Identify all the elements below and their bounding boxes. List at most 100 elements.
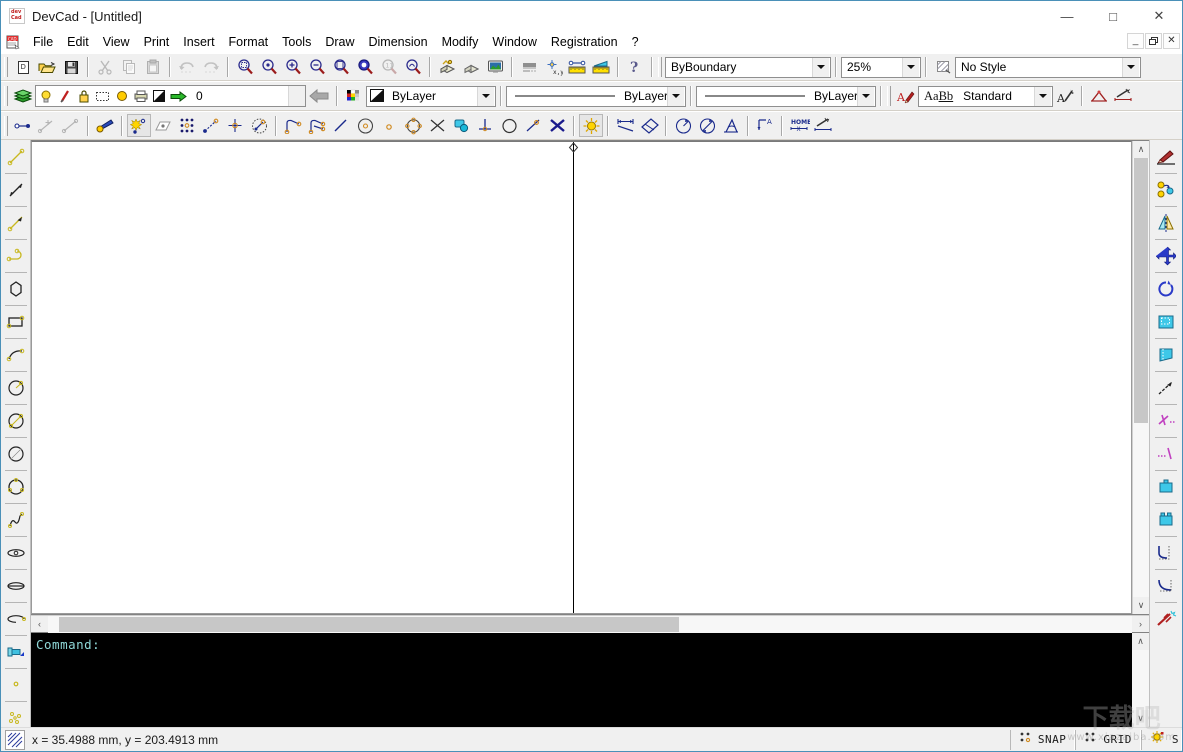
command-vertical-scrollbar[interactable]: ∧ ∨ <box>1132 633 1149 727</box>
save-disk-icon[interactable] <box>59 56 83 79</box>
scale-icon[interactable] <box>1153 307 1179 337</box>
ellipse-arc-icon[interactable] <box>3 604 29 634</box>
circle-2point-icon[interactable] <box>3 439 29 469</box>
lock-icon[interactable] <box>74 87 93 105</box>
chevron-down-icon[interactable] <box>1034 86 1051 106</box>
lineweight-combo[interactable]: ByLayer <box>696 85 876 107</box>
render-view-icon[interactable] <box>483 56 507 79</box>
drawing-canvas[interactable] <box>31 141 1132 614</box>
point-node-icon[interactable] <box>199 114 223 137</box>
maximize-button[interactable]: □ <box>1090 1 1136 31</box>
new-document-icon[interactable]: D <box>11 56 35 79</box>
zoom-level-combo[interactable]: 25% <box>841 56 921 78</box>
render-shaded-icon[interactable] <box>435 56 459 79</box>
redo-arrow-icon[interactable] <box>199 56 223 79</box>
zoom-all-icon[interactable] <box>257 56 281 79</box>
stretch-icon[interactable] <box>1153 340 1179 370</box>
plot-printer-icon[interactable] <box>131 87 150 105</box>
line-icon[interactable] <box>329 114 353 137</box>
zoom-previous-icon[interactable]: 11 <box>377 56 401 79</box>
dim-linear-icon[interactable] <box>613 114 637 137</box>
dimension-style-icon[interactable] <box>1087 85 1111 108</box>
snap-settings-icon[interactable] <box>93 114 117 137</box>
copy-object-icon[interactable] <box>1153 175 1179 205</box>
break-at-point-icon[interactable] <box>1153 505 1179 535</box>
status-lweight[interactable]: S <box>1140 729 1182 750</box>
rotate-icon[interactable] <box>1153 274 1179 304</box>
snap-nearest-icon[interactable] <box>59 114 83 137</box>
polyline-closed-icon[interactable] <box>305 114 329 137</box>
menu-view[interactable]: View <box>96 33 137 51</box>
scroll-down-arrow-icon[interactable]: ∨ <box>1133 597 1149 614</box>
lightbulb-on-icon[interactable] <box>36 87 55 105</box>
viewport-dashed-icon[interactable] <box>93 87 112 105</box>
current-layer-arrow-icon[interactable] <box>169 87 188 105</box>
menu-dimension[interactable]: Dimension <box>362 33 435 51</box>
menu-window[interactable]: Window <box>485 33 543 51</box>
color-combo[interactable]: ByLayer <box>366 85 496 107</box>
intersection-x-icon[interactable] <box>545 114 569 137</box>
menu-format[interactable]: Format <box>222 33 276 51</box>
dim-aligned-icon[interactable] <box>637 114 661 137</box>
vertical-scroll-track[interactable] <box>1133 158 1149 597</box>
menu-edit[interactable]: Edit <box>60 33 96 51</box>
scroll-right-arrow-icon[interactable]: › <box>1132 616 1149 633</box>
paste-clipboard-icon[interactable] <box>141 56 165 79</box>
zoom-out-icon[interactable] <box>305 56 329 79</box>
hatch-style-combo[interactable]: No Style <box>955 56 1141 78</box>
arc-icon[interactable] <box>3 340 29 370</box>
grid-points-icon[interactable] <box>175 114 199 137</box>
freeze-thaw-icon[interactable] <box>55 87 74 105</box>
minimize-button[interactable]: — <box>1044 1 1090 31</box>
scroll-left-arrow-icon[interactable]: ‹ <box>31 616 48 633</box>
help-question-icon[interactable]: ? <box>623 56 647 79</box>
ellipse-icon[interactable] <box>3 538 29 568</box>
double-arrow-line-icon[interactable] <box>3 175 29 205</box>
boundary-combo[interactable]: ByBoundary <box>665 56 831 78</box>
chevron-down-icon[interactable] <box>477 86 494 106</box>
canvas-vertical-scrollbar[interactable]: ∧ ∨ <box>1132 141 1149 614</box>
toolbar-grip[interactable] <box>658 57 662 77</box>
layer-control[interactable]: 0 <box>35 85 306 107</box>
move-icon[interactable] <box>1153 241 1179 271</box>
zoom-in-icon[interactable] <box>281 56 305 79</box>
canvas-horizontal-scrollbar[interactable]: ‹ › <box>31 615 1149 633</box>
copy-icon[interactable] <box>117 56 141 79</box>
dim-radius-icon[interactable] <box>671 114 695 137</box>
make-layer-current-icon[interactable] <box>306 85 332 108</box>
explode-icon[interactable] <box>1153 604 1179 634</box>
menu-registration[interactable]: Registration <box>544 33 625 51</box>
zoom-window-icon[interactable] <box>233 56 257 79</box>
cad-document-icon[interactable]: CAD <box>5 34 21 50</box>
undo-arrow-icon[interactable] <box>175 56 199 79</box>
chevron-down-icon[interactable] <box>902 57 919 77</box>
mirror-icon[interactable] <box>1153 208 1179 238</box>
chevron-down-icon[interactable] <box>288 86 305 106</box>
dim-ordinate-icon[interactable]: A <box>753 114 777 137</box>
erase-brush-icon[interactable] <box>1153 142 1179 172</box>
dim-diameter-icon[interactable] <box>695 114 719 137</box>
sun-light-icon[interactable] <box>579 114 603 137</box>
zoom-pan-icon[interactable] <box>401 56 425 79</box>
extend-icon[interactable] <box>1153 439 1179 469</box>
menu-print[interactable]: Print <box>137 33 177 51</box>
dim-angular-icon[interactable] <box>719 114 743 137</box>
edit-text-style-icon[interactable]: A <box>1053 85 1077 108</box>
menu-draw[interactable]: Draw <box>318 33 361 51</box>
chevron-down-icon[interactable] <box>667 86 684 106</box>
open-folder-icon[interactable] <box>35 56 59 79</box>
mdi-minimize-button[interactable]: _ <box>1127 33 1144 49</box>
text-style-icon[interactable]: A <box>894 85 918 108</box>
measure-area-icon[interactable] <box>589 56 613 79</box>
mdi-restore-button[interactable] <box>1145 33 1162 49</box>
circle-tangent-icon[interactable] <box>497 114 521 137</box>
point-multiple-icon[interactable] <box>3 703 29 727</box>
layer-color-icon[interactable] <box>112 87 131 105</box>
circle-radius-icon[interactable] <box>3 373 29 403</box>
zoom-extents-icon[interactable] <box>329 56 353 79</box>
construction-cross-icon[interactable] <box>425 114 449 137</box>
arc-start-end-icon[interactable] <box>3 241 29 271</box>
horizontal-scroll-track[interactable] <box>48 615 1132 633</box>
circle-diameter-icon[interactable] <box>3 406 29 436</box>
chevron-down-icon[interactable] <box>857 86 874 106</box>
